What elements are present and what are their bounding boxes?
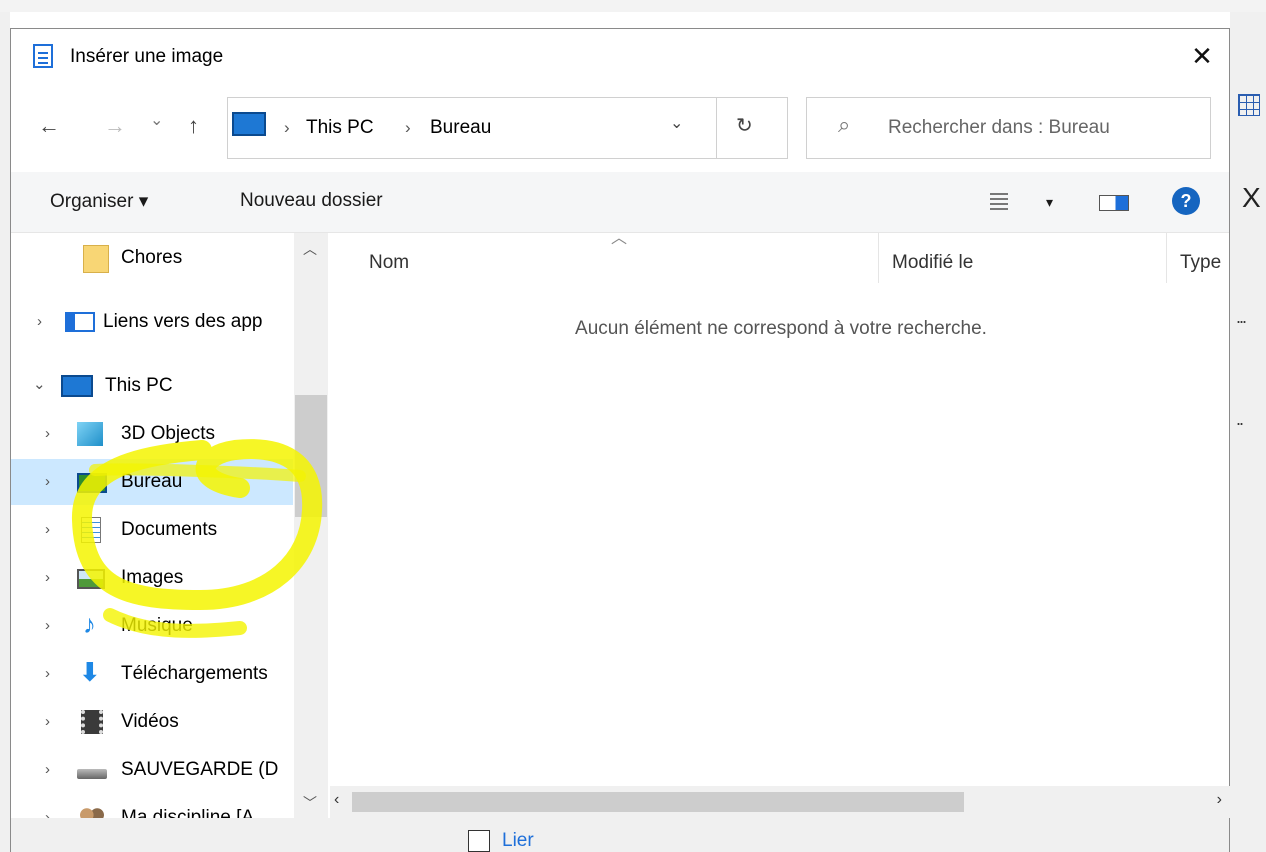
collapse-chevron-icon[interactable]: ⌄: [33, 375, 46, 393]
dialog-title: Insérer une image: [70, 46, 224, 67]
nav-item-music[interactable]: › ♪ Musique: [11, 603, 293, 649]
breadcrumb-bureau[interactable]: Bureau: [430, 117, 491, 139]
nav-item-label: Documents: [121, 519, 218, 540]
nav-item-label: SAUVEGARDE (D: [121, 759, 279, 780]
new-folder-button[interactable]: Nouveau dossier: [240, 190, 383, 212]
cube-icon: [77, 422, 103, 446]
organize-button[interactable]: Organiser ▾: [50, 190, 148, 213]
expand-chevron-icon[interactable]: ›: [45, 713, 50, 730]
nav-item-bureau[interactable]: › Bureau: [11, 459, 293, 505]
sort-ascending-icon: ︿: [611, 230, 628, 247]
nav-item-label: 3D Objects: [121, 423, 215, 444]
nav-item-label: This PC: [105, 375, 173, 396]
nav-item-label: Chores: [121, 247, 183, 268]
nav-item-downloads[interactable]: › ⬇ Téléchargements: [11, 651, 293, 697]
breadcrumb-separator: ›: [405, 118, 411, 137]
background-app-titlebar: [0, 0, 1266, 12]
computer-icon: [61, 375, 93, 397]
expand-chevron-icon[interactable]: ›: [45, 473, 50, 490]
help-icon[interactable]: ?: [1172, 187, 1200, 215]
nav-item-backup-drive[interactable]: › SAUVEGARDE (D: [11, 747, 293, 793]
music-icon: ♪: [83, 609, 96, 639]
dialog-footer: [11, 818, 1229, 852]
preview-pane-icon[interactable]: [1099, 195, 1129, 211]
expand-chevron-icon[interactable]: ›: [45, 761, 50, 778]
search-placeholder: Rechercher dans : Bureau: [888, 117, 1110, 138]
refresh-button[interactable]: ↻: [736, 113, 753, 138]
search-icon: ⌕: [838, 112, 851, 137]
picture-icon: [77, 569, 105, 589]
nav-item-label: Images: [121, 567, 184, 588]
shortcut-icon: [65, 312, 95, 332]
background-app-left-edge: [0, 12, 10, 852]
folder-icon: [83, 245, 109, 273]
link-checkbox-label[interactable]: Lier: [502, 830, 534, 852]
nav-item-network-share[interactable]: › Ma discipline [A: [11, 795, 293, 818]
expand-chevron-icon[interactable]: ›: [45, 665, 50, 682]
up-button[interactable]: ↑: [188, 113, 199, 139]
nav-item-label: Vidéos: [121, 711, 179, 732]
download-icon: ⬇: [79, 657, 101, 687]
file-list-horizontal-scrollbar[interactable]: ‹ ›: [330, 786, 1230, 818]
nav-item-label: Liens vers des app: [103, 311, 263, 332]
link-checkbox[interactable]: [468, 830, 490, 852]
nav-item-images[interactable]: › Images: [11, 555, 293, 601]
column-header-type[interactable]: Type: [1180, 252, 1221, 274]
expand-chevron-icon[interactable]: ›: [45, 809, 50, 818]
table-icon: [1238, 94, 1260, 116]
scroll-up-icon[interactable]: ︿: [303, 239, 317, 259]
nav-item-chores[interactable]: Chores: [11, 235, 293, 281]
background-app-right-edge: X ... ..: [1230, 12, 1266, 852]
background-x-glyph: X: [1242, 182, 1261, 213]
expand-chevron-icon[interactable]: ›: [45, 521, 50, 538]
computer-icon: [232, 112, 266, 136]
column-divider[interactable]: [1166, 233, 1167, 283]
view-options-dropdown[interactable]: ▾: [1046, 194, 1053, 211]
background-ellipsis: ...: [1236, 307, 1247, 327]
drive-icon: [77, 769, 107, 779]
film-icon: [81, 710, 103, 734]
expand-chevron-icon[interactable]: ›: [45, 425, 50, 442]
scroll-down-icon[interactable]: ﹀: [303, 793, 317, 813]
column-header-modified[interactable]: Modifié le: [892, 252, 973, 274]
scroll-right-icon[interactable]: ›: [1217, 791, 1222, 809]
address-dropdown-button[interactable]: ⌄: [670, 113, 683, 133]
nav-item-links[interactable]: › Liens vers des app: [11, 299, 293, 345]
view-options-icon[interactable]: [990, 193, 1008, 211]
nav-item-videos[interactable]: › Vidéos: [11, 699, 293, 745]
recent-locations-button[interactable]: ⌄: [150, 110, 163, 130]
column-divider[interactable]: [878, 233, 879, 283]
background-ellipsis: ..: [1236, 409, 1244, 429]
network-icon: [79, 807, 105, 818]
column-header-name[interactable]: Nom: [369, 252, 409, 274]
scrollbar-thumb[interactable]: [352, 792, 964, 812]
nav-item-label: Bureau: [121, 471, 183, 492]
nav-item-3d-objects[interactable]: › 3D Objects: [11, 411, 293, 457]
empty-results-message: Aucun élément ne correspond à votre rech…: [575, 318, 987, 339]
document-icon: [33, 44, 53, 68]
expand-chevron-icon[interactable]: ›: [45, 569, 50, 586]
navigation-pane: Chores › Liens vers des app ⌄ This PC › …: [11, 233, 328, 818]
forward-button[interactable]: →: [104, 113, 126, 139]
nav-item-label: Musique: [121, 615, 193, 636]
breadcrumb-this-pc[interactable]: This PC: [306, 117, 374, 139]
expand-chevron-icon[interactable]: ›: [45, 617, 50, 634]
document-icon: [81, 517, 101, 543]
nav-item-this-pc[interactable]: ⌄ This PC: [11, 363, 293, 409]
nav-item-label: Ma discipline [A: [121, 807, 255, 818]
scrollbar-thumb[interactable]: [295, 395, 327, 517]
navigation-pane-scrollbar[interactable]: ︿ ﹀: [294, 233, 328, 818]
desktop-icon: [77, 473, 107, 493]
nav-item-documents[interactable]: › Documents: [11, 507, 293, 553]
expand-chevron-icon[interactable]: ›: [37, 313, 42, 330]
nav-item-label: Téléchargements: [121, 663, 268, 684]
breadcrumb-separator: ›: [284, 118, 290, 137]
scroll-left-icon[interactable]: ‹: [334, 791, 339, 809]
back-button[interactable]: ←: [38, 113, 60, 139]
close-button[interactable]: ✕: [1180, 38, 1224, 74]
